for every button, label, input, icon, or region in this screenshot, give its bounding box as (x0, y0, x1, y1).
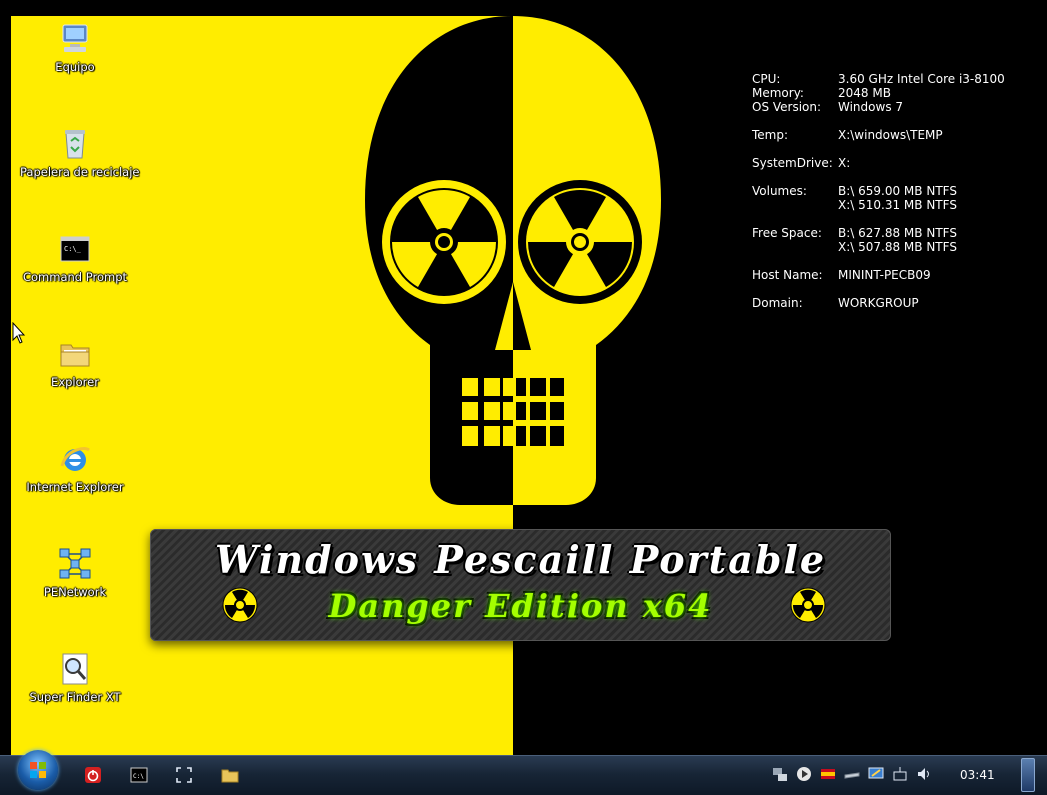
sysinfo-value: B:\ 659.00 MB NTFS (838, 184, 957, 198)
sysinfo-temp-row: Temp: X:\windows\TEMP (752, 128, 1005, 142)
desktop-icon-explorer[interactable]: Explorer (20, 337, 130, 389)
sysinfo-cpu-row: CPU: 3.60 GHz Intel Core i3-8100 (752, 72, 1005, 86)
sysinfo-label: SystemDrive: (752, 156, 833, 170)
sysinfo-memory-row: Memory: 2048 MB (752, 86, 1005, 100)
desktop-icon-label: Super Finder XT (29, 690, 121, 704)
desktop-icon-internet-explorer[interactable]: Internet Explorer (20, 442, 130, 494)
desktop-icon-penetwork[interactable]: PENetwork (20, 547, 130, 599)
sysinfo-value: X:\windows\TEMP (838, 128, 943, 142)
sysinfo-label: OS Version: (752, 100, 822, 114)
svg-text:C:\: C:\ (133, 773, 144, 780)
cmd-icon: C:\_ (58, 232, 92, 266)
sysinfo-freespace-row-2: X:\ 507.88 MB NTFS (752, 240, 1005, 254)
ie-icon (58, 442, 92, 476)
sysinfo-value: X:\ 507.88 MB NTFS (838, 240, 957, 254)
drive-icon[interactable] (844, 766, 860, 782)
sysinfo-value: X: (838, 156, 851, 170)
taskbar: C:\ 03:41 (0, 750, 1047, 795)
sysinfo-label: Temp: (752, 128, 789, 142)
show-desktop-button[interactable] (1021, 758, 1035, 792)
recycle-bin-icon (58, 127, 92, 161)
fullscreen-icon (176, 767, 192, 783)
sysinfo-label: Free Space: (752, 226, 822, 240)
edition-banner: Windows Pescaill Portable Danger Edition… (150, 529, 891, 641)
right-eye-radiation-icon (518, 180, 642, 304)
sysinfo-label: Domain: (752, 296, 803, 310)
system-info-panel: CPU: 3.60 GHz Intel Core i3-8100 Memory: 2… (752, 72, 1005, 310)
svg-text:C:\_: C:\_ (64, 245, 82, 253)
computer-icon (58, 22, 92, 56)
sysinfo-value: WORKGROUP (838, 296, 919, 310)
display-icon[interactable] (868, 766, 884, 782)
windows-logo-icon (30, 762, 46, 778)
taskbar-fullscreen-button[interactable] (173, 764, 195, 786)
desktop-icon-equipo[interactable]: Equipo (20, 22, 130, 74)
desktop-icon-label: Command Prompt (22, 270, 128, 284)
folder-icon (221, 769, 239, 783)
sysinfo-value: MININT-PECB09 (838, 268, 931, 282)
banner-title: Windows Pescaill Portable (214, 537, 827, 582)
taskbar-cmd-button[interactable]: C:\ (128, 764, 150, 786)
sysinfo-label: CPU: (752, 72, 781, 86)
sysinfo-value: 2048 MB (838, 86, 891, 100)
sysinfo-volumes-row-2: X:\ 510.31 MB NTFS (752, 198, 1005, 212)
sysinfo-label: Host Name: (752, 268, 823, 282)
sysinfo-value: B:\ 627.88 MB NTFS (838, 226, 957, 240)
sysinfo-value: Windows 7 (838, 100, 904, 114)
taskbar-shutdown-button[interactable] (82, 764, 104, 786)
mouse-cursor-icon (12, 322, 26, 344)
magnifier-icon (58, 652, 92, 686)
sysinfo-systemdrive-row: SystemDrive: X: (752, 156, 1005, 170)
sysinfo-hostname-row: Host Name: MININT-PECB09 (752, 268, 1005, 282)
banner-subtitle: Danger Edition x64 (328, 587, 713, 625)
taskbar-explorer-button[interactable] (219, 764, 241, 786)
sysinfo-volumes-row: Volumes: B:\ 659.00 MB NTFS (752, 184, 1005, 198)
sysinfo-os-row: OS Version: Windows 7 (752, 100, 1005, 114)
network-icon[interactable] (772, 766, 788, 782)
desktop-icon-label: PENetwork (43, 585, 107, 599)
left-eye-radiation-icon (382, 180, 506, 304)
shutdown-icon (85, 767, 101, 783)
start-button[interactable] (18, 750, 58, 790)
desktop-icon-label: Equipo (55, 60, 95, 74)
desktop-icon-label: Explorer (51, 375, 99, 389)
wireless-icon[interactable] (892, 766, 908, 782)
sysinfo-domain-row: Domain: WORKGROUP (752, 296, 1005, 310)
folder-icon (58, 337, 92, 371)
sysinfo-value: 3.60 GHz Intel Core i3-8100 (838, 72, 1005, 86)
media-play-icon[interactable] (796, 766, 812, 782)
sysinfo-freespace-row: Free Space: B:\ 627.88 MB NTFS (752, 226, 1005, 240)
desktop-icon-recycle-bin[interactable]: Papelera de reciclaje (20, 127, 140, 179)
desktop[interactable]: Equipo Papelera de reciclaje C:\_ Comman… (0, 0, 1047, 795)
volume-icon[interactable] (916, 766, 932, 782)
spain-flag-icon[interactable] (820, 766, 836, 782)
taskbar-clock[interactable]: 03:41 (960, 768, 995, 782)
desktop-icon-label: Papelera de reciclaje (20, 165, 140, 179)
cmd-icon: C:\ (130, 767, 148, 783)
network-icon (58, 547, 92, 581)
desktop-icon-command-prompt[interactable]: C:\_ Command Prompt (20, 232, 130, 284)
sysinfo-label: Memory: (752, 86, 804, 100)
sysinfo-label: Volumes: (752, 184, 807, 198)
desktop-icon-super-finder-xt[interactable]: Super Finder XT (20, 652, 130, 704)
desktop-icon-label: Internet Explorer (26, 480, 124, 494)
sysinfo-value: X:\ 510.31 MB NTFS (838, 198, 957, 212)
radiation-icon (790, 587, 826, 623)
